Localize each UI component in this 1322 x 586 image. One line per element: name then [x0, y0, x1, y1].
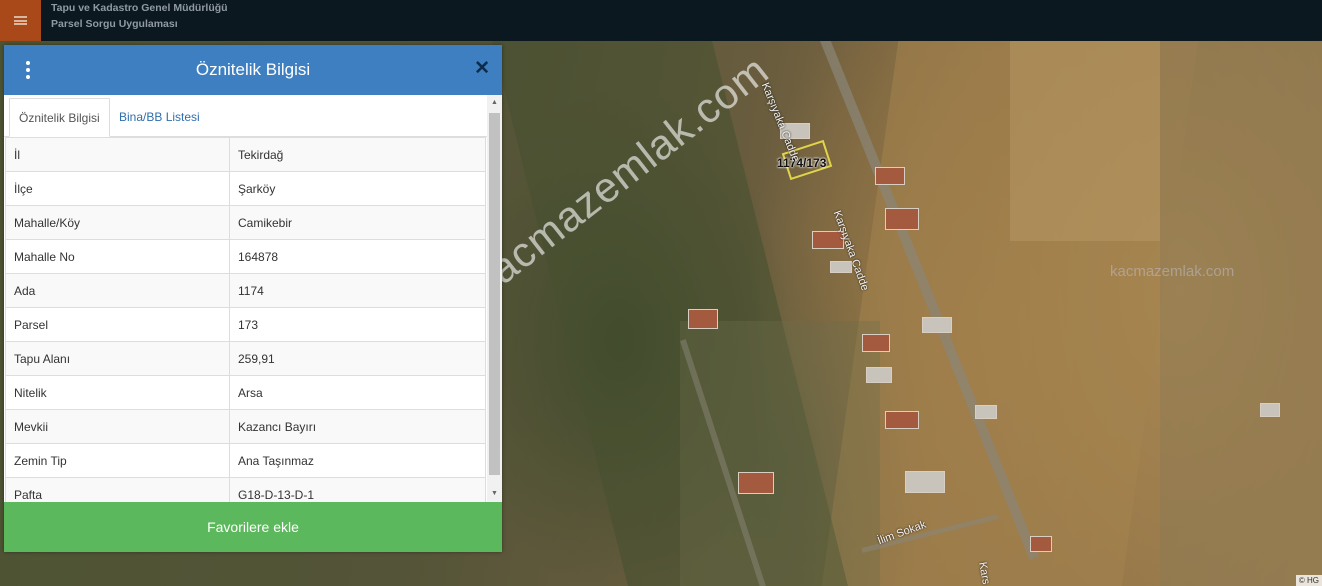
attribute-value: Arsa	[229, 375, 486, 410]
building	[862, 334, 890, 352]
panel-title: Öznitelik Bilgisi	[195, 60, 311, 79]
attribute-value: Ana Taşınmaz	[229, 443, 486, 478]
table-row: İlçe Şarköy	[5, 171, 486, 206]
building	[922, 317, 952, 333]
scroll-up-arrow-icon[interactable]: ▲	[487, 95, 502, 111]
panel-header: Öznitelik Bilgisi ✕	[4, 45, 502, 95]
table-row: Ada 1174	[5, 273, 486, 308]
table-row: Zemin Tip Ana Taşınmaz	[5, 443, 486, 478]
building	[738, 472, 774, 494]
table-row: Pafta G18-D-13-D-1	[5, 477, 486, 502]
attribute-value: 173	[229, 307, 486, 342]
field-area	[1010, 41, 1160, 241]
attribute-key: Mevkii	[5, 409, 230, 444]
table-row: İl Tekirdağ	[5, 137, 486, 172]
app-header: Tapu ve Kadastro Genel Müdürlüğü Parsel …	[0, 0, 1322, 41]
field-area	[680, 321, 880, 586]
field-area	[1160, 41, 1322, 586]
attribute-value: Şarköy	[229, 171, 486, 206]
attribute-value: Tekirdağ	[229, 137, 486, 172]
table-row: Mahalle No 164878	[5, 239, 486, 274]
app-title: Tapu ve Kadastro Genel Müdürlüğü Parsel …	[51, 0, 228, 32]
map-copyright: © HG	[1295, 575, 1322, 586]
building	[905, 471, 945, 493]
watermark-text-faint: kacmazemlak.com	[1110, 263, 1235, 280]
table-row: Nitelik Arsa	[5, 375, 486, 410]
building	[885, 208, 919, 230]
panel-tabs: Öznitelik Bilgisi Bina/BB Listesi	[4, 95, 487, 137]
building	[975, 405, 997, 419]
attribute-key: Tapu Alanı	[5, 341, 230, 376]
street-label: Karşıyaka Cadde	[830, 209, 871, 293]
app-title-line2: Parsel Sorgu Uygulaması	[51, 18, 178, 30]
attribute-key: Ada	[5, 273, 230, 308]
table-row: Tapu Alanı 259,91	[5, 341, 486, 376]
close-icon[interactable]: ✕	[474, 59, 490, 79]
panel-scrollbar[interactable]: ▲ ▼	[487, 95, 502, 502]
table-row: Parsel 173	[5, 307, 486, 342]
hamburger-menu-icon[interactable]	[0, 0, 41, 41]
building	[885, 411, 919, 429]
attribute-value: 259,91	[229, 341, 486, 376]
scroll-down-arrow-icon[interactable]: ▼	[487, 486, 502, 502]
attribute-table: İl Tekirdağ İlçe Şarköy Mahalle/Köy Camikebir…	[5, 137, 486, 502]
tab-building-list[interactable]: Bina/BB Listesi	[110, 98, 209, 137]
app-title-line1: Tapu ve Kadastro Genel Müdürlüğü	[51, 2, 228, 14]
attribute-key: Zemin Tip	[5, 443, 230, 478]
attribute-value: Camikebir	[229, 205, 486, 240]
attribute-value: Kazancı Bayırı	[229, 409, 486, 444]
attribute-table-container: İl Tekirdağ İlçe Şarköy Mahalle/Köy Camikebir…	[4, 137, 487, 502]
attribute-key: Pafta	[5, 477, 230, 502]
add-to-favorites-button[interactable]: Favorilere ekle	[4, 502, 502, 552]
attribute-key: Mahalle/Köy	[5, 205, 230, 240]
scroll-thumb[interactable]	[489, 113, 500, 475]
building	[866, 367, 892, 383]
attribute-value: 164878	[229, 239, 486, 274]
attribute-key: Parsel	[5, 307, 230, 342]
tab-attribute-info[interactable]: Öznitelik Bilgisi	[9, 98, 110, 137]
attribute-key: İlçe	[5, 171, 230, 206]
building	[688, 309, 718, 329]
building	[875, 167, 905, 185]
parcel-label: 1174/173	[777, 156, 827, 170]
attribute-key: Mahalle No	[5, 239, 230, 274]
table-row: Mevkii Kazancı Bayırı	[5, 409, 486, 444]
attribute-key: Nitelik	[5, 375, 230, 410]
building	[1260, 403, 1280, 417]
attribute-value: G18-D-13-D-1	[229, 477, 486, 502]
attribute-key: İl	[5, 137, 230, 172]
table-row: Mahalle/Köy Camikebir	[5, 205, 486, 240]
building	[1030, 536, 1052, 552]
attribute-info-panel: Öznitelik Bilgisi ✕ Öznitelik Bilgisi Bi…	[4, 45, 502, 552]
attribute-value: 1174	[229, 273, 486, 308]
